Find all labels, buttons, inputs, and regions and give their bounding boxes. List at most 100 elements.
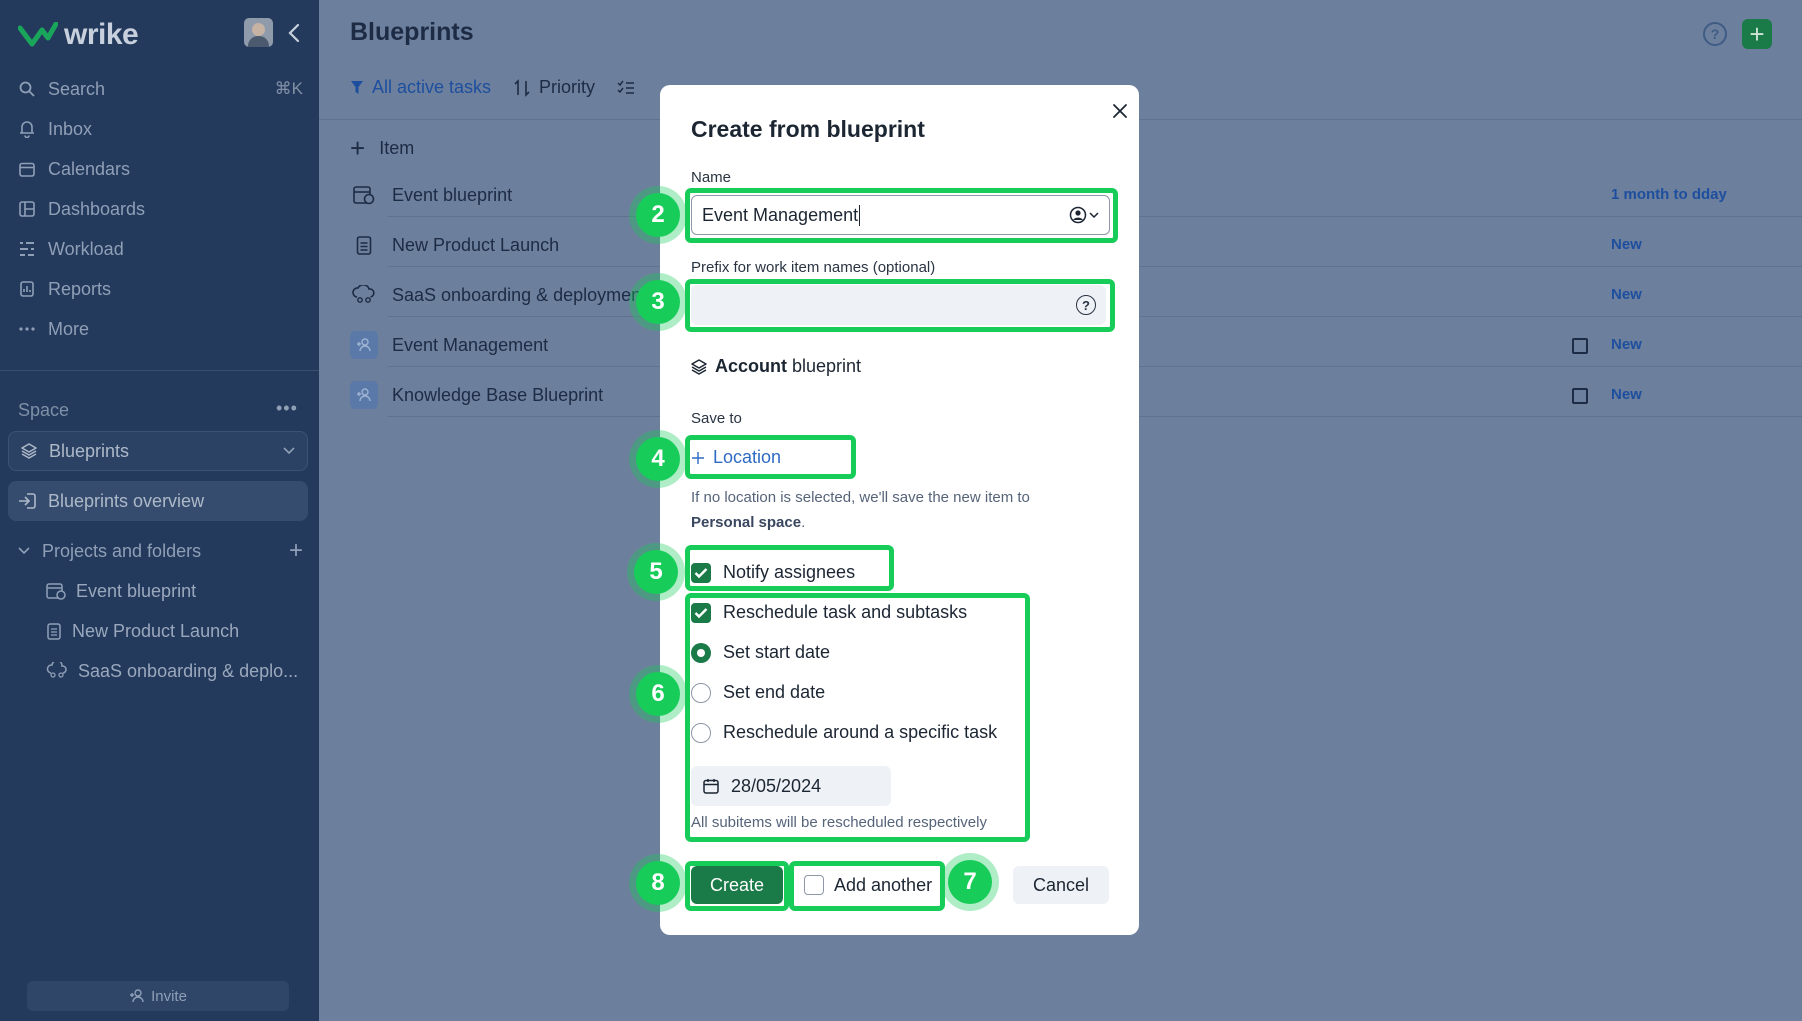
space-more-icon[interactable]: ••• xyxy=(276,398,298,419)
account-rest: blueprint xyxy=(792,356,862,376)
save-to-label: Save to xyxy=(691,410,742,427)
nav-dashboards[interactable]: Dashboards xyxy=(18,194,303,224)
highlight-location xyxy=(685,435,856,479)
cloud-users-icon xyxy=(46,662,67,678)
row-name: New Product Launch xyxy=(392,234,560,255)
note-icon[interactable] xyxy=(1572,338,1588,354)
projects-folders-label: Projects and folders xyxy=(42,540,202,561)
chevron-down-icon xyxy=(18,547,30,555)
status-badge: New xyxy=(1611,236,1642,253)
close-button[interactable] xyxy=(1108,99,1132,123)
hint-text: If no location is selected, we'll save t… xyxy=(691,489,1030,506)
nav-dashboards-label: Dashboards xyxy=(48,198,146,219)
callout-badge: 2 xyxy=(636,193,680,237)
note-icon[interactable] xyxy=(1572,388,1588,404)
login-arrow-icon xyxy=(19,493,36,509)
calendar-clock-icon xyxy=(46,583,66,600)
wrike-logo[interactable]: wrike xyxy=(18,18,139,52)
help-icon[interactable]: ? xyxy=(1703,22,1727,46)
tree-item-event-blueprint[interactable]: Event blueprint xyxy=(46,576,306,606)
row-name: Knowledge Base Blueprint xyxy=(392,384,604,405)
nav-inbox-label: Inbox xyxy=(48,118,93,139)
tree-item-saas-onboarding[interactable]: SaaS onboarding & deplo... xyxy=(46,656,306,686)
add-user-icon xyxy=(130,989,144,1003)
status-badge: New xyxy=(1611,286,1642,303)
sort-button[interactable]: Priority xyxy=(513,77,595,98)
hint-end: . xyxy=(801,514,806,531)
checklist-icon[interactable] xyxy=(617,80,635,96)
row-name: Event Management xyxy=(392,334,549,355)
layers-icon xyxy=(21,443,37,459)
bell-icon xyxy=(18,120,36,138)
highlight-name-field xyxy=(685,188,1118,243)
nav-reports[interactable]: Reports xyxy=(18,274,303,304)
add-item-button[interactable]: + Item xyxy=(350,133,414,164)
sidebar: wrike Search ⌘K Inbox Calendars Dashboar… xyxy=(0,0,319,1021)
callout-badge: 8 xyxy=(636,861,680,905)
blueprint-user-icon xyxy=(350,381,378,409)
highlight-notify xyxy=(685,545,894,591)
callout-badge: 4 xyxy=(636,437,680,481)
sort-icon xyxy=(514,78,530,97)
calendar-icon xyxy=(18,160,36,178)
calendar-clock-icon xyxy=(350,181,378,209)
tree-item-label: Event blueprint xyxy=(76,580,197,601)
status-badge: 1 month to dday xyxy=(1611,186,1727,203)
projects-folders-header[interactable]: Projects and folders + xyxy=(18,536,303,566)
more-icon xyxy=(18,320,36,338)
cloud-users-icon xyxy=(350,281,378,309)
nav-search-label: Search xyxy=(48,78,106,99)
avatar[interactable] xyxy=(244,18,273,47)
filter-button[interactable]: All active tasks xyxy=(350,77,491,98)
wrike-check-icon xyxy=(18,22,58,47)
invite-button[interactable]: Invite xyxy=(27,981,289,1011)
hint-bold: Personal space xyxy=(691,514,802,531)
highlight-add-another xyxy=(789,861,945,911)
chevron-down-icon xyxy=(283,447,295,455)
nav-more[interactable]: More xyxy=(18,314,303,344)
row-name: Event blueprint xyxy=(392,184,513,205)
filter-icon xyxy=(351,80,363,94)
blueprints-overview-label: Blueprints overview xyxy=(48,490,205,511)
account-blueprint: Account blueprint xyxy=(691,356,861,377)
sort-label: Priority xyxy=(539,77,596,97)
nav-workload[interactable]: Workload xyxy=(18,234,303,264)
nav-calendars-label: Calendars xyxy=(48,158,131,179)
layers-icon xyxy=(691,358,707,375)
account-bold: Account xyxy=(715,356,787,376)
clipboard-icon xyxy=(350,231,378,259)
nav-reports-label: Reports xyxy=(48,278,112,299)
nav-calendars[interactable]: Calendars xyxy=(18,154,303,184)
add-item-label: Item xyxy=(379,138,415,158)
tree-item-new-product-launch[interactable]: New Product Launch xyxy=(46,616,306,646)
nav-search[interactable]: Search ⌘K xyxy=(18,74,303,104)
location-hint: If no location is selected, we'll save t… xyxy=(691,485,1091,535)
cancel-button[interactable]: Cancel xyxy=(1013,866,1109,904)
callout-badge: 5 xyxy=(634,550,678,594)
add-new-button[interactable]: + xyxy=(1742,19,1772,49)
name-label: Name xyxy=(691,169,732,186)
chevron-left-icon xyxy=(288,23,300,43)
prefix-label: Prefix for work item names (optional) xyxy=(691,259,936,276)
clipboard-icon xyxy=(47,623,61,640)
tree-item-label: New Product Launch xyxy=(72,620,240,641)
invite-label: Invite xyxy=(151,987,187,1005)
space-selector[interactable]: Blueprints xyxy=(8,431,308,471)
tree-item-label: SaaS onboarding & deplo... xyxy=(78,660,299,681)
add-project-icon[interactable]: + xyxy=(289,537,303,565)
close-icon xyxy=(1113,104,1127,118)
nav-inbox[interactable]: Inbox xyxy=(18,114,303,144)
blueprints-overview[interactable]: Blueprints overview xyxy=(8,481,308,521)
search-icon xyxy=(18,80,36,98)
highlight-reschedule xyxy=(685,593,1030,842)
callout-badge: 3 xyxy=(636,280,680,324)
dashboard-icon xyxy=(18,200,36,218)
dialog-title: Create from blueprint xyxy=(691,116,925,142)
callout-badge: 7 xyxy=(948,860,992,904)
status-badge: New xyxy=(1611,386,1642,403)
plus-icon: + xyxy=(350,133,366,163)
search-shortcut: ⌘K xyxy=(274,79,303,98)
collapse-sidebar-button[interactable] xyxy=(283,20,305,46)
workload-icon xyxy=(18,240,36,258)
nav-workload-label: Workload xyxy=(48,238,124,259)
